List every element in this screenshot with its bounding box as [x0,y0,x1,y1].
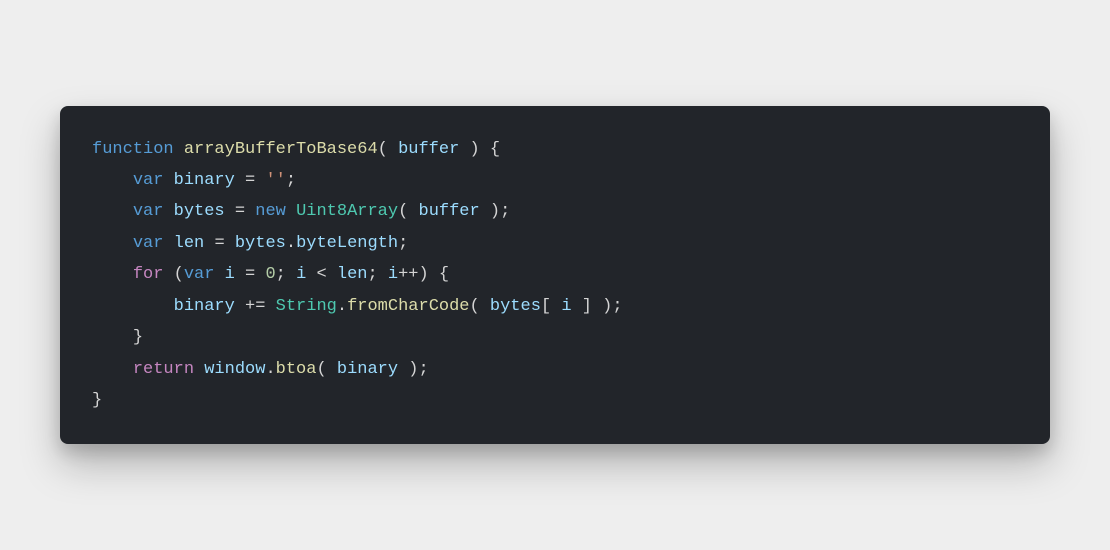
space [235,297,245,316]
var-name: i [296,265,306,284]
operator: = [235,202,245,221]
paren-close: ) { [419,265,450,284]
type-name: Uint8Array [296,202,398,221]
keyword-new: new [255,202,286,221]
semicolon: ; [286,171,296,190]
space [306,265,316,284]
index: i [561,297,571,316]
var-name: binary [174,297,235,316]
indent [92,265,133,284]
space [163,171,173,190]
semicolon: ; [398,234,408,253]
string-literal: '' [265,171,285,190]
keyword-var: var [133,171,164,190]
paren-open: ( [316,360,336,379]
method: fromCharCode [347,297,469,316]
code-line-9: } [92,385,1018,416]
paren-open: ( [470,297,490,316]
semicolon: ; [276,265,296,284]
var-name: len [337,265,368,284]
space [327,265,337,284]
dot: . [337,297,347,316]
code-line-6: binary += String.fromCharCode( bytes[ i … [92,291,1018,322]
dot: . [265,360,275,379]
keyword-for: for [133,265,164,284]
space [255,265,265,284]
brace-close: } [133,328,143,347]
method: btoa [276,360,317,379]
type-name: String [276,297,337,316]
space [235,265,245,284]
bracket-close: ] ); [572,297,623,316]
var-name: i [388,265,398,284]
indent [92,328,133,347]
object: bytes [235,234,286,253]
space [163,202,173,221]
indent [92,297,174,316]
keyword-var: var [133,234,164,253]
paren-open: ( [378,140,398,159]
function-name: arrayBufferToBase64 [184,140,378,159]
operator: = [214,234,224,253]
paren-open: ( [174,265,184,284]
paren-close: ); [398,360,429,379]
code-line-7: } [92,322,1018,353]
space [163,234,173,253]
indent [92,202,133,221]
object: bytes [490,297,541,316]
operator: = [245,265,255,284]
param: buffer [419,202,480,221]
space [194,360,204,379]
keyword-var: var [184,265,215,284]
space [286,202,296,221]
code-block: function arrayBufferToBase64( buffer ) {… [60,106,1050,445]
number: 0 [265,265,275,284]
operator: < [316,265,326,284]
code-line-5: for (var i = 0; i < len; i++) { [92,259,1018,290]
space [204,234,214,253]
space [245,202,255,221]
code-line-3: var bytes = new Uint8Array( buffer ); [92,196,1018,227]
param: binary [337,360,398,379]
dot: . [286,234,296,253]
space [225,202,235,221]
space [174,140,184,159]
property: byteLength [296,234,398,253]
indent [92,171,133,190]
operator: ++ [398,265,418,284]
var-name: i [225,265,235,284]
code-line-4: var len = bytes.byteLength; [92,228,1018,259]
space [225,234,235,253]
paren-close: ); [480,202,511,221]
paren-close: ) { [459,140,500,159]
brace-close: } [92,391,102,410]
code-line-2: var binary = ''; [92,165,1018,196]
paren-open: ( [398,202,418,221]
keyword-var: var [133,202,164,221]
semicolon: ; [367,265,387,284]
var-name: binary [174,171,235,190]
keyword-return: return [133,360,194,379]
space [163,265,173,284]
object: window [204,360,265,379]
space [235,171,245,190]
indent [92,234,133,253]
operator: += [245,297,265,316]
space [255,171,265,190]
param: buffer [398,140,459,159]
operator: = [245,171,255,190]
code-line-1: function arrayBufferToBase64( buffer ) { [92,134,1018,165]
var-name: bytes [174,202,225,221]
space [265,297,275,316]
code-line-8: return window.btoa( binary ); [92,354,1018,385]
keyword-function: function [92,140,174,159]
bracket-open: [ [541,297,561,316]
var-name: len [174,234,205,253]
indent [92,360,133,379]
space [214,265,224,284]
